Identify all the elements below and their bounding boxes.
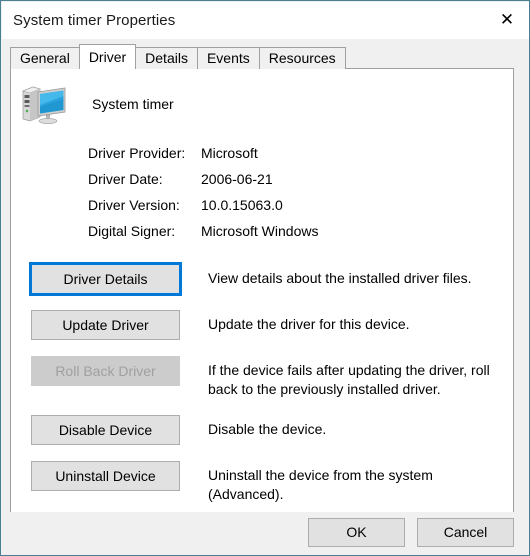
tab-strip: General Driver Details Events Resources [2, 39, 529, 69]
driver-info-label: Digital Signer: [88, 223, 176, 239]
driver-actions-list: Driver Details View details about the ins… [29, 262, 501, 504]
driver-action-description: View details about the installed driver … [208, 270, 472, 286]
tab-resources[interactable]: Resources [258, 47, 346, 69]
title-bar: System timer Properties ✕ [2, 2, 529, 39]
update-driver-button[interactable]: Update Driver [31, 310, 180, 340]
driver-info-row: Driver Version: 10.0.15063.0 [88, 197, 508, 223]
device-name: System timer [92, 96, 174, 112]
close-icon: ✕ [499, 10, 515, 30]
driver-details-button[interactable]: Driver Details [29, 262, 182, 296]
driver-info-value: Microsoft Windows [201, 223, 319, 239]
driver-info-value: Microsoft [201, 145, 258, 161]
driver-action-row: Disable Device Disable the device. [31, 415, 501, 445]
driver-info-row: Driver Date: 2006-06-21 [88, 171, 508, 197]
driver-info-row: Driver Provider: Microsoft [88, 145, 508, 171]
tab-events[interactable]: Events [196, 47, 260, 69]
driver-action-row: Driver Details View details about the ins… [29, 262, 501, 296]
driver-action-description: Disable the device. [208, 421, 327, 437]
footer-button-group: OK Cancel [308, 518, 514, 547]
driver-action-row: Update Driver Update the driver for this … [31, 310, 501, 340]
driver-action-description: Update the driver for this device. [208, 316, 410, 332]
driver-action-row: Roll Back Driver If the device fails afte… [31, 356, 501, 399]
dialog-footer: OK Cancel [2, 512, 529, 554]
disable-device-button[interactable]: Disable Device [31, 415, 180, 445]
device-properties-dialog: System timer Properties ✕ General Driver D… [0, 0, 530, 556]
driver-action-description: Uninstall the device from the system (Ad… [208, 467, 433, 502]
driver-info-list: Driver Provider: Microsoft Driver Date: 200… [88, 145, 508, 249]
window-title: System timer Properties [13, 12, 176, 29]
close-button[interactable]: ✕ [484, 2, 529, 39]
driver-info-label: Driver Date: [88, 171, 163, 187]
driver-info-value: 10.0.15063.0 [201, 197, 283, 213]
computer-icon [20, 83, 68, 125]
roll-back-driver-button: Roll Back Driver [31, 356, 180, 386]
ok-button[interactable]: OK [308, 518, 405, 547]
device-header: System timer [20, 83, 174, 125]
driver-info-label: Driver Version: [88, 197, 180, 213]
tab-content-panel: System timer Driver Provider: Microsoft Dr… [10, 68, 514, 514]
driver-info-value: 2006-06-21 [201, 171, 273, 187]
tab-list: General Driver Details Events Resources [10, 44, 346, 69]
cancel-button[interactable]: Cancel [417, 518, 514, 547]
driver-action-description: If the device fails after updating the d… [208, 362, 490, 397]
driver-info-row: Digital Signer: Microsoft Windows [88, 223, 508, 249]
tab-details[interactable]: Details [135, 47, 198, 69]
tab-general[interactable]: General [10, 47, 80, 69]
tab-driver[interactable]: Driver [78, 44, 137, 69]
uninstall-device-button[interactable]: Uninstall Device [31, 461, 180, 491]
driver-info-label: Driver Provider: [88, 145, 186, 161]
driver-action-row: Uninstall Device Uninstall the device fro… [31, 461, 501, 504]
